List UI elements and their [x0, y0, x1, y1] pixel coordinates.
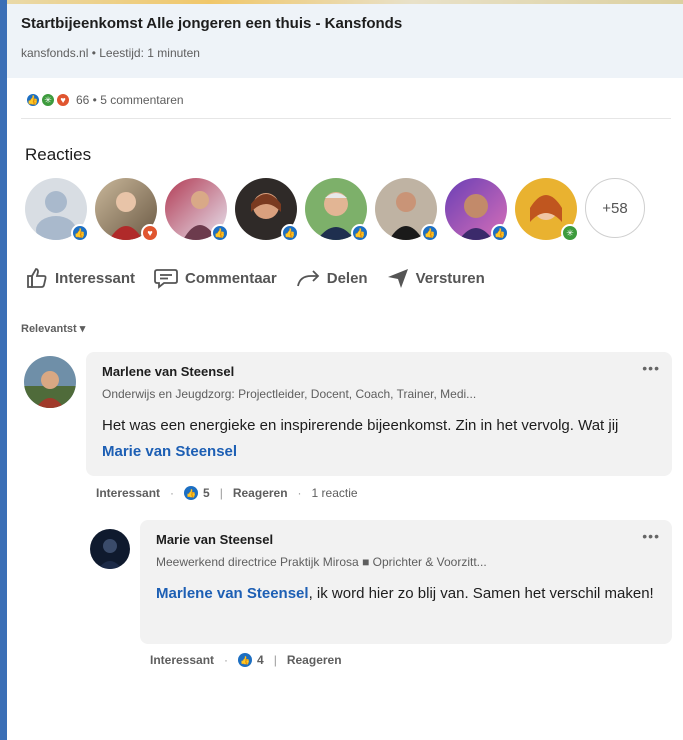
reply-text-body: , ik word hier zo blij van. Samen het ve…: [308, 585, 654, 602]
reply-more-options-icon[interactable]: •••: [642, 528, 660, 544]
separator-dot: ·: [224, 653, 229, 667]
reply-bubble: Marie van Steensel Meewerkend directrice…: [140, 520, 672, 644]
divider: [21, 118, 671, 119]
reply-reply-button[interactable]: Reageren: [287, 653, 342, 667]
thumbs-up-icon: [27, 268, 47, 288]
love-badge-icon: ♥: [141, 224, 159, 242]
like-badge-icon: 👍: [281, 224, 299, 242]
post-card: Startbijeenkomst Alle jongeren een thuis…: [7, 4, 683, 740]
sort-label: Relevantst: [21, 323, 77, 335]
reply-like-count-icon: 👍: [238, 653, 253, 667]
reply-commenter-headline: Meewerkend directrice Praktijk Mirosa ■ …: [156, 555, 487, 569]
post-actions: Interessant Commentaar Delen Versturen: [25, 266, 503, 290]
sort-dropdown[interactable]: Relevantst ▾: [21, 322, 85, 335]
mention-link[interactable]: Marie van Steensel: [102, 443, 237, 460]
comment-icon: [154, 269, 178, 289]
like-count-icon: 👍: [184, 486, 199, 500]
reactor-avatar[interactable]: ♥: [95, 178, 159, 242]
more-reactors-button[interactable]: +58: [585, 178, 645, 238]
send-button[interactable]: Versturen: [386, 266, 485, 290]
comment-actions: Interessant · 👍 5 | Reageren · 1 reactie: [96, 486, 358, 500]
reactor-avatar[interactable]: 👍: [165, 178, 229, 242]
reply-actions: Interessant · 👍 4 | Reageren: [150, 653, 342, 667]
more-options-icon[interactable]: •••: [642, 360, 660, 376]
love-reaction-icon: ♥: [55, 92, 71, 108]
like-badge-icon: 👍: [491, 224, 509, 242]
reaction-counts[interactable]: 👍 ✳ ♥ 66 • 5 commentaren: [25, 90, 184, 110]
share-label: Delen: [326, 269, 368, 287]
celebrate-badge-icon: ✳: [561, 224, 579, 242]
send-paper-plane-icon: [387, 269, 408, 288]
celebrate-reaction-icon: ✳: [40, 92, 56, 108]
separator-bar: |: [273, 653, 277, 667]
reactor-avatars: 👍 ♥ 👍 👍 👍 👍 👍 ✳ +58: [25, 178, 645, 242]
comment-reply-button[interactable]: Reageren: [233, 486, 288, 500]
reactor-avatar[interactable]: 👍: [375, 178, 439, 242]
share-button[interactable]: Delen: [295, 266, 368, 290]
reaction-comment-count[interactable]: 66 • 5 commentaren: [76, 93, 184, 107]
reactions-heading: Reacties: [25, 145, 92, 164]
reactor-avatar[interactable]: 👍: [235, 178, 299, 242]
reactor-avatar[interactable]: 👍: [305, 178, 369, 242]
reply-commenter-avatar[interactable]: [90, 529, 130, 569]
interesting-button[interactable]: Interessant: [25, 266, 135, 290]
caret-down-icon: ▾: [79, 323, 86, 335]
commenter-avatar[interactable]: [24, 356, 76, 408]
separator-dot: ·: [170, 486, 175, 500]
separator-dot: ·: [297, 486, 302, 500]
link-preview-meta: kansfonds.nl • Leestijd: 1 minuten: [21, 46, 200, 60]
comment-bubble: Marlene van Steensel Onderwijs en Jeugdz…: [86, 352, 672, 476]
like-badge-icon: 👍: [71, 224, 89, 242]
like-reaction-icon: 👍: [25, 92, 41, 108]
reply-commenter-name[interactable]: Marie van Steensel: [156, 532, 656, 547]
reply-text: Marlene van Steensel, ik word hier zo bl…: [156, 581, 656, 607]
comment-text-body: Het was een energieke en inspirerende bi…: [102, 417, 619, 434]
comment-interesting-button[interactable]: Interessant: [96, 486, 160, 500]
reply-interesting-button[interactable]: Interessant: [150, 653, 214, 667]
separator-bar: |: [219, 486, 223, 500]
reply-like-count[interactable]: 4: [257, 653, 264, 667]
link-preview[interactable]: Startbijeenkomst Alle jongeren een thuis…: [7, 4, 683, 78]
like-badge-icon: 👍: [351, 224, 369, 242]
link-preview-title[interactable]: Startbijeenkomst Alle jongeren een thuis…: [21, 14, 669, 34]
reactor-avatar[interactable]: ✳: [515, 178, 579, 242]
share-arrow-icon: [296, 270, 320, 287]
window-left-edge: [0, 0, 7, 740]
commenter-headline: Onderwijs en Jeugdzorg: Projectleider, D…: [102, 387, 477, 401]
comment-label: Commentaar: [185, 269, 277, 287]
like-count[interactable]: 5: [203, 486, 210, 500]
reactor-avatar[interactable]: 👍: [25, 178, 89, 242]
comment-text: Het was een energieke en inspirerende bi…: [102, 413, 656, 465]
reactor-avatar[interactable]: 👍: [445, 178, 509, 242]
send-label: Versturen: [415, 269, 485, 287]
like-badge-icon: 👍: [421, 224, 439, 242]
like-badge-icon: 👍: [211, 224, 229, 242]
reply-mention-link[interactable]: Marlene van Steensel: [156, 585, 309, 602]
reply-count-link[interactable]: 1 reactie: [312, 486, 358, 500]
commenter-name[interactable]: Marlene van Steensel: [102, 364, 656, 379]
interesting-label: Interessant: [55, 269, 136, 287]
comment-button[interactable]: Commentaar: [153, 266, 277, 290]
